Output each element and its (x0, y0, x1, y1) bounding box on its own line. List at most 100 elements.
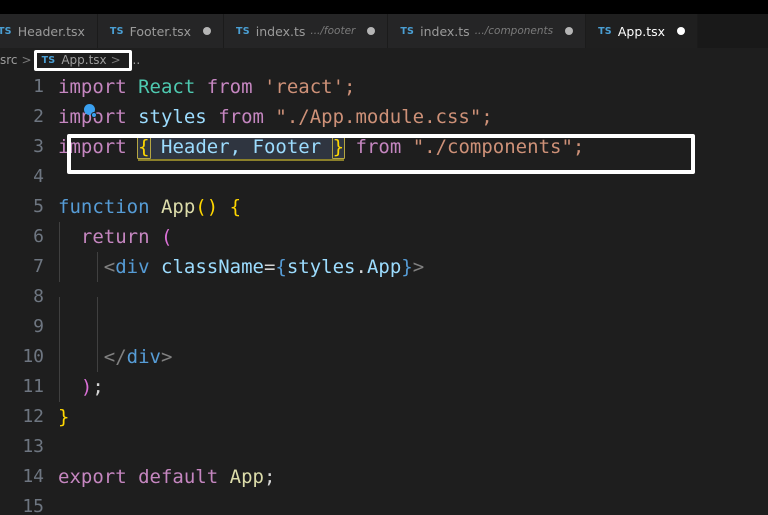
line-number: 11 (22, 376, 44, 397)
unsaved-indicator-icon[interactable] (203, 27, 212, 35)
tab-label: index.ts (255, 23, 306, 39)
line-number: 4 (33, 166, 44, 187)
token-identifier: App (229, 466, 264, 488)
typescript-file-icon: TS (41, 54, 56, 66)
token-keyword: default (138, 466, 219, 488)
token-keyword: export (58, 466, 127, 488)
code-lines: 1 import React from 'react'; 2 import st… (0, 72, 768, 515)
indent-guide (59, 252, 60, 282)
token-tag-name: div (126, 346, 161, 368)
tab-path-label: .../components (474, 25, 554, 37)
token-attribute: className (161, 256, 264, 278)
unsaved-indicator-icon[interactable] (565, 27, 574, 35)
tab-header-tsx[interactable]: TS Header.tsx (0, 14, 98, 48)
breadcrumb-item-app-tsx[interactable]: TS App.tsx (42, 53, 107, 67)
token-keyword: import (58, 106, 127, 128)
tab-index-ts-footer[interactable]: TS index.ts .../footer (224, 14, 389, 48)
token-tag-name: div (115, 256, 150, 278)
token-parens: () (195, 196, 219, 218)
token-brace: { (229, 196, 242, 218)
unsaved-indicator-icon[interactable] (677, 27, 686, 35)
line-content: ); (58, 372, 768, 402)
breadcrumb-item-src[interactable]: src (0, 53, 18, 67)
code-line: 13 (0, 432, 768, 462)
editor-tab-bar[interactable]: TS Header.tsx TS Footer.tsx TS index.ts … (0, 14, 768, 48)
unsaved-indicator-icon[interactable] (367, 27, 376, 35)
line-content: import styles from "./App.module.css"; (58, 102, 768, 132)
code-line: 6 return ( (0, 222, 768, 252)
token-brace: } (58, 406, 70, 428)
code-line: 10 </div> (0, 342, 768, 372)
code-line-focused: 3 import { Header, Footer } from "./comp… (0, 132, 768, 162)
line-content: import React from 'react'; (58, 72, 768, 102)
token-paren: ( (160, 226, 173, 248)
line-content: </div> (58, 342, 768, 372)
code-line: 9 (0, 312, 768, 357)
chevron-right-icon: > (21, 53, 32, 67)
token-tag-bracket: > (160, 346, 173, 368)
tab-path-label: .../footer (310, 25, 356, 37)
indent-guide (59, 342, 60, 372)
line-number: 8 (33, 286, 44, 307)
line-number: 14 (22, 466, 44, 487)
typescript-file-icon: TS (400, 25, 415, 37)
line-number: 9 (33, 316, 44, 337)
tab-label: index.ts (420, 23, 470, 39)
typescript-file-icon: TS (598, 25, 612, 37)
breadcrumb-overflow[interactable]: ... (125, 53, 140, 67)
code-line: 4 (0, 162, 768, 192)
line-content: <div className={styles.App}> (58, 252, 768, 282)
line-content: import { Header, Footer } from "./compon… (58, 132, 768, 162)
code-line: 15 (0, 492, 768, 515)
breadcrumb[interactable]: src > TS App.tsx > ... (0, 48, 768, 72)
line-number: 6 (33, 226, 44, 247)
token-tag-bracket: > (412, 256, 425, 278)
line-content: return ( (58, 222, 768, 252)
vscode-window: TS Header.tsx TS Footer.tsx TS index.ts … (0, 0, 768, 515)
tab-label: App.tsx (617, 23, 666, 39)
code-line: 2 import styles from "./App.module.css"; (0, 102, 768, 132)
line-number: 13 (22, 436, 44, 457)
bracket-match-open: { (137, 135, 151, 159)
token-object: styles (286, 256, 356, 278)
code-editor[interactable]: 1 import React from 'react'; 2 import st… (0, 72, 768, 515)
token-semicolon: ; (263, 466, 276, 488)
token-dot: . (355, 256, 367, 278)
token-keyword: import (58, 136, 127, 158)
code-line: 14 export default App; (0, 462, 768, 492)
line-number: 3 (33, 136, 44, 157)
chevron-right-icon: > (110, 53, 121, 67)
breadcrumb-label: App.tsx (61, 53, 107, 67)
line-number: 2 (33, 106, 44, 127)
indent-guide (59, 372, 60, 402)
token-keyword: function (58, 196, 150, 218)
indent-guide (59, 222, 60, 252)
code-line: 12 } (0, 402, 768, 432)
token-keyword: return (80, 226, 150, 248)
token-named-imports: Header, Footer (161, 136, 322, 158)
tab-app-tsx[interactable]: TS App.tsx (586, 14, 699, 48)
indent-guide (97, 252, 98, 282)
tab-index-ts-components[interactable]: TS index.ts .../components (388, 14, 587, 48)
typescript-file-icon: TS (0, 25, 12, 37)
code-line: 5 function App() { (0, 192, 768, 222)
tab-label: Header.tsx (17, 23, 85, 39)
line-number: 12 (22, 406, 44, 427)
token-keyword: from (206, 76, 253, 98)
selected-named-imports: { Header, Footer } (137, 135, 346, 161)
token-function-name: App (160, 196, 196, 218)
tab-footer-tsx[interactable]: TS Footer.tsx (97, 14, 225, 48)
